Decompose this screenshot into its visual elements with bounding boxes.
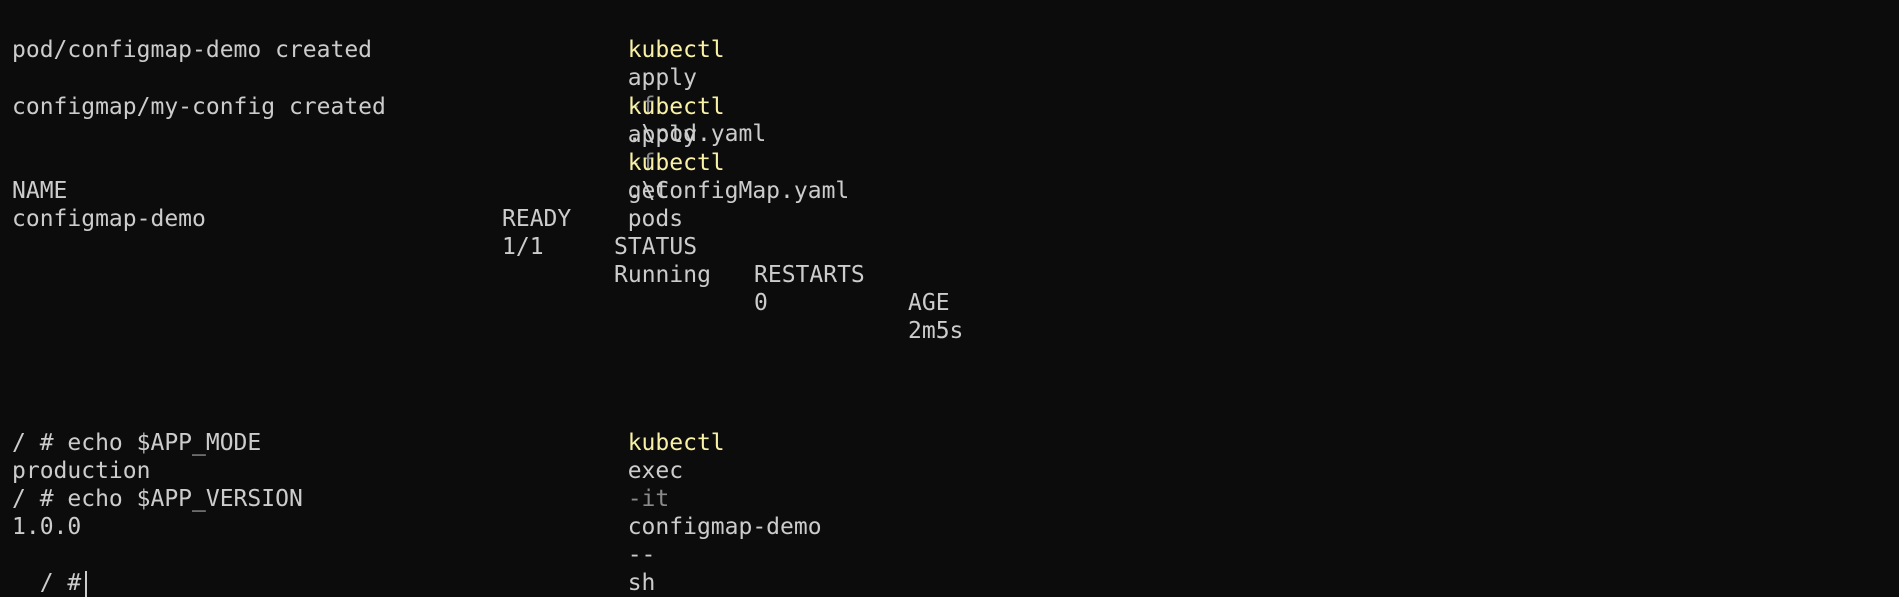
- table-cell-restarts: 0: [754, 290, 768, 316]
- command-line-exec: kubectl exec -it configmap-demo -- sh: [600, 401, 822, 596]
- table-cell-age: 2m5s: [908, 318, 964, 344]
- output-configmap-created: configmap/my-config created: [12, 94, 386, 120]
- table-row: configmap-demo 1/1 Running 0 2m5s: [12, 177, 1012, 344]
- command-line-get-pods: kubectl get pods: [600, 121, 725, 232]
- terminal-window[interactable]: { "terminal": { "cmd1": { "program": "ku…: [0, 0, 1899, 597]
- table-header-cell: RESTARTS: [754, 262, 865, 288]
- command-shell: sh: [627, 570, 656, 596]
- table-cell-name: configmap-demo: [12, 206, 206, 232]
- command-line-apply-configmap: kubectl apply -f .\ConfigMap.yaml: [600, 65, 850, 204]
- output-pod-created: pod/configmap-demo created: [12, 37, 373, 63]
- table-cell-status: Running: [614, 262, 711, 288]
- shell-input-line[interactable]: / #: [12, 541, 88, 597]
- shell-line: / # echo $APP_VERSION: [12, 486, 303, 512]
- command-verb: exec: [627, 458, 684, 484]
- shell-line: production: [12, 458, 151, 484]
- table-header-cell: AGE: [908, 290, 950, 316]
- command-program: kubectl: [627, 94, 725, 120]
- shell-prompt: / #: [39, 570, 82, 596]
- command-arg: pods: [627, 206, 684, 232]
- pods-table-header: NAME READY STATUS RESTARTS AGE: [12, 149, 1012, 316]
- command-program: kubectl: [627, 37, 725, 63]
- table-cell-ready: 1/1: [502, 234, 544, 260]
- command-program: kubectl: [627, 430, 725, 456]
- table-header-cell: STATUS: [614, 234, 698, 260]
- table-header-cell: READY: [502, 206, 572, 232]
- command-flag: -it: [627, 486, 670, 512]
- shell-line: / # echo $APP_MODE: [12, 430, 262, 456]
- command-line-apply-pod: kubectl apply -f .\pod.yaml: [600, 8, 766, 147]
- command-arg: configmap-demo: [627, 514, 822, 540]
- text-cursor: [85, 570, 88, 597]
- shell-line: 1.0.0: [12, 514, 82, 540]
- command-separator: --: [627, 542, 656, 568]
